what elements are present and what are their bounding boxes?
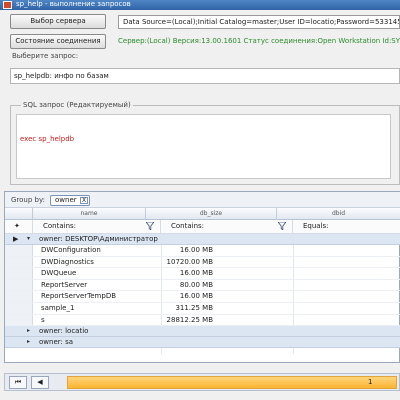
filter-cell-name[interactable]: Contains: [33,220,161,234]
filter-arrow-icon: ✦ [14,222,20,230]
row-header-corner [5,208,33,220]
window-title: sp_help - выполнение запросов [16,0,131,8]
row-selector[interactable] [5,291,33,302]
connection-status-text: Сервер:(Local) Версия:13.00.1601 Статус … [118,37,400,45]
sql-editor[interactable]: exec sp_helpdb [16,114,391,179]
cell-db-size: 80.00 MB [179,280,213,289]
cell-name: DWConfiguration [41,246,101,254]
chevron-right-icon[interactable]: ▸ [27,326,30,336]
group-chip-owner[interactable]: owner X [50,195,90,206]
filter-cell-db-size[interactable]: Contains: [161,220,293,234]
row-selector[interactable] [5,268,33,279]
column-header-dbid[interactable]: dbid [277,208,400,220]
chevron-right-icon[interactable]: ▸ [27,337,30,347]
page-scroll-track[interactable]: 1 [67,376,397,389]
table-row[interactable]: DWDiagnostics 10720.00 MB [5,256,400,269]
group-chip-label: owner [55,196,77,204]
group-row[interactable]: ▸ owner: sa [5,337,400,349]
table-row[interactable]: DWQueue 16.00 MB [5,268,400,280]
results-grid: Group by: owner X name db_size dbid ✦ Co… [4,191,400,363]
app-icon [3,1,12,9]
current-row-icon: ▶ [13,235,19,243]
cell-name: DWQueue [41,269,77,278]
row-selector[interactable] [5,303,33,314]
column-header-db-size[interactable]: db_size [146,208,277,220]
page-number: 1 [368,378,373,386]
remove-group-icon[interactable]: X [80,197,88,204]
select-server-button[interactable]: Выбор сервера [10,14,106,29]
group-by-panel: Group by: owner X [5,192,400,208]
filter-operator-dbid: Equals: [303,222,329,230]
sql-group: SQL запрос (Редактируемый) exec sp_helpd… [10,101,400,185]
connection-status-button[interactable]: Состояние соединения [10,34,106,49]
table-row[interactable]: ReportServerTempDB 16.00 MB [5,291,400,303]
group-row[interactable]: ▾ owner: DESKTOP\Администратор ▶ [5,234,400,245]
filter-row-selector: ✦ [5,220,33,234]
title-bar: sp_help - выполнение запросов [0,0,400,10]
cell-name: s [41,315,45,324]
sql-group-legend: SQL запрос (Редактируемый) [21,101,133,109]
cell-db-size: 16.00 MB [179,269,213,278]
cell-db-size: 16.00 MB [179,246,213,254]
cell-name: sample_1 [41,304,75,312]
group-row-label: owner: locatio [39,327,89,336]
filter-operator-name: Contains: [43,222,77,230]
cell-db-size: 16.00 MB [179,292,213,301]
row-selector[interactable] [5,256,33,268]
group-row[interactable]: ▸ owner: locatio [5,326,400,338]
connection-string-input[interactable]: Data Source=(Local);Initial Catalog=mast… [118,15,400,29]
row-selector[interactable] [5,245,33,256]
cell-name: DWDiagnostics [41,257,94,266]
group-by-label: Group by: [11,196,45,204]
prev-page-button[interactable]: ◀ [31,376,49,389]
procedure-label: Выберите запрос: [12,52,79,60]
filter-funnel-icon[interactable] [278,222,286,230]
cell-db-size: 28812.25 MB [166,315,213,324]
cell-name: ReportServer [41,280,88,289]
procedure-select[interactable]: sp_helpdb: инфо по базам [10,68,400,84]
first-page-button[interactable]: ⏮ [9,376,27,389]
filter-row: ✦ Contains: Contains: Equals: [5,220,400,234]
column-header-name[interactable]: name [33,208,146,220]
cell-db-size: 10720.00 MB [166,257,213,266]
filter-operator-db-size: Contains: [171,222,205,230]
table-row[interactable]: s 28812.25 MB [5,314,400,327]
row-selector[interactable] [5,279,33,291]
cell-name: ReportServerTempDB [41,292,117,301]
row-selector[interactable] [5,314,33,326]
filter-cell-dbid[interactable]: Equals: [293,220,400,234]
table-row[interactable]: DWConfiguration 16.00 MB [5,245,400,257]
record-navigator: ⏮ ◀ 1 [4,373,400,391]
filter-funnel-icon[interactable] [146,222,154,230]
group-row-label: owner: sa [39,338,74,347]
table-row[interactable]: sample_1 311.25 MB [5,303,400,315]
cell-db-size: 311.25 MB [175,304,213,312]
table-row[interactable]: ReportServer 80.00 MB [5,279,400,292]
group-row-label: owner: DESKTOP\Администратор [39,235,158,243]
chevron-down-icon[interactable]: ▾ [27,234,30,244]
